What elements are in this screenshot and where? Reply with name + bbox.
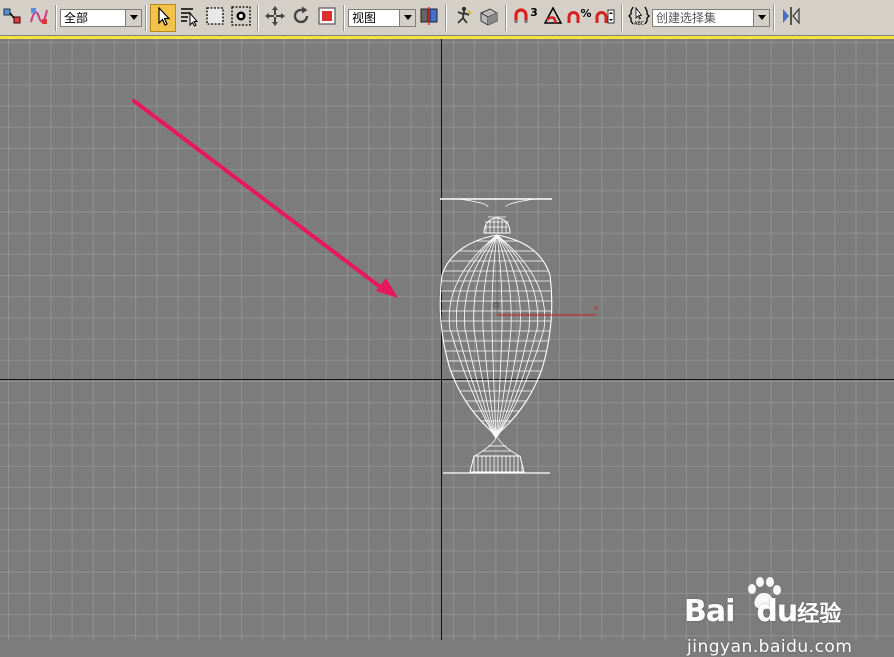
rotate-button[interactable] <box>288 4 314 32</box>
rect-region-icon <box>204 5 226 31</box>
toolbar-separator <box>257 4 259 31</box>
toolbar-separator <box>773 4 775 31</box>
scale-button[interactable] <box>314 4 340 32</box>
brand-text: Bai <box>684 594 735 629</box>
window-crossing-icon <box>230 5 252 31</box>
chevron-down-icon <box>125 9 141 26</box>
keyboard-shortcut-icon <box>478 5 500 31</box>
pivot-center-button[interactable] <box>416 4 442 32</box>
named-selection-sets-value: 创建选择集 <box>656 10 717 25</box>
rect-region-button[interactable] <box>202 4 228 32</box>
watermark-url: jingyan.baidu.com <box>687 637 853 657</box>
select-by-name-button[interactable] <box>176 4 202 32</box>
chevron-down-icon <box>399 9 415 26</box>
app-window: 全部 视图 3 % ABC 创建选择集 x Bai du经验 jingyan.b… <box>0 0 894 657</box>
percent-snap-label: % <box>580 7 592 20</box>
angle-snap-toggle[interactable] <box>540 4 566 32</box>
reference-coordinate-dropdown[interactable]: 视图 <box>348 8 416 27</box>
percent-snap-toggle[interactable]: % <box>566 4 592 32</box>
baidu-jingyan-logo: Bai du经验 <box>684 594 841 629</box>
rotate-icon <box>290 5 312 31</box>
keyboard-shortcut-button[interactable] <box>476 4 502 32</box>
move-button[interactable] <box>262 4 288 32</box>
pivot-icon <box>418 5 440 31</box>
snap-3d-toggle[interactable]: 3 <box>510 4 540 32</box>
toolbar-separator <box>55 4 57 31</box>
mirror-icon <box>780 5 802 31</box>
manipulate-button[interactable] <box>450 4 476 32</box>
toolbar-separator <box>343 4 345 31</box>
main-toolbar: 全部 视图 3 % ABC 创建选择集 <box>0 0 894 36</box>
angle-snap-icon <box>542 5 564 31</box>
front-viewport[interactable]: x Bai du经验 jingyan.baidu.com <box>0 39 894 657</box>
spinner-snap-icon <box>594 5 616 31</box>
snap-3d-label: 3 <box>530 6 538 19</box>
scale-icon <box>316 5 338 31</box>
spinner-snap-toggle[interactable] <box>592 4 618 32</box>
mirror-button[interactable] <box>778 4 804 32</box>
named-selection-sets-dropdown[interactable]: 创建选择集 <box>652 8 770 27</box>
selection-filter-dropdown[interactable]: 全部 <box>60 8 142 27</box>
annotation-arrow <box>132 99 398 298</box>
link-icon <box>2 5 24 31</box>
edit-named-selection-button[interactable]: ABC <box>626 4 652 32</box>
select-by-name-icon <box>178 5 200 31</box>
toolbar-separator <box>145 4 147 31</box>
svg-text:ABC: ABC <box>634 21 645 27</box>
move-icon <box>264 5 286 31</box>
toolbar-separator <box>505 4 507 31</box>
brand-du-text: du <box>756 594 798 629</box>
manipulate-icon <box>452 5 474 31</box>
bind-spacewarp-icon <box>28 5 50 31</box>
select-object-icon <box>152 5 174 31</box>
brand-cn-text: 经验 <box>797 602 842 627</box>
selection-filter-value: 全部 <box>64 10 89 25</box>
bind-spacewarp-button[interactable] <box>26 4 52 32</box>
reference-coordinate-value: 视图 <box>352 10 377 25</box>
edit-named-selection-icon: ABC <box>628 5 650 31</box>
toolbar-separator <box>621 4 623 31</box>
toolbar-separator <box>445 4 447 31</box>
select-object-button[interactable] <box>150 3 176 32</box>
window-crossing-button[interactable] <box>228 4 254 32</box>
link-button[interactable] <box>0 4 26 32</box>
chevron-down-icon <box>753 9 769 26</box>
